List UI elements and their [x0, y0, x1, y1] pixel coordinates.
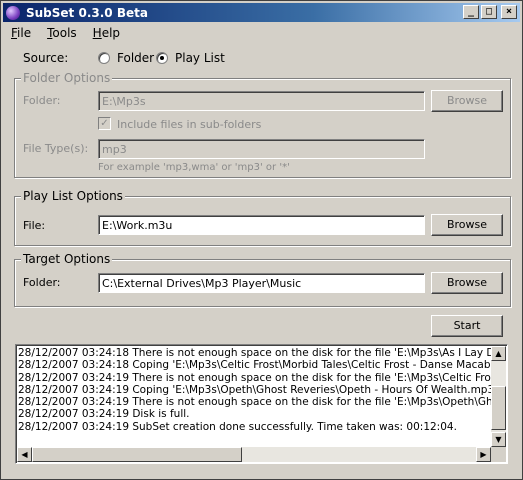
log-line: 28/12/2007 03:24:19 There is not enough … — [18, 371, 491, 384]
playlist-file-field[interactable]: E:\Work.m3u — [98, 215, 425, 235]
app-logo-icon — [6, 5, 20, 20]
vertical-scroll-thumb[interactable] — [491, 386, 506, 430]
include-subfolders-checkbox[interactable]: ✓ — [98, 117, 111, 130]
window-controls: _ □ × — [463, 5, 517, 19]
source-folder-radio[interactable] — [98, 52, 110, 64]
menu-help-label: elp — [101, 26, 121, 40]
menu-bar: File Tools Help — [3, 24, 128, 44]
scrollbar-corner — [491, 447, 506, 462]
folder-options-folder-label: Folder: — [23, 94, 61, 107]
file-types-example: For example 'mp3,wma' or 'mp3' or '*' — [98, 162, 290, 173]
menu-tools-label: ools — [52, 26, 77, 40]
log-lines: 28/12/2007 03:24:18 There is not enough … — [18, 347, 491, 447]
include-subfolders-label: Include files in sub-folders — [117, 118, 262, 131]
menu-tools[interactable]: Tools — [39, 24, 85, 44]
playlist-browse-button[interactable]: Browse — [431, 214, 503, 236]
window-title: SubSet 0.3.0 Beta — [26, 5, 148, 20]
target-browse-button[interactable]: Browse — [431, 272, 503, 294]
target-folder-field[interactable]: C:\External Drives\Mp3 Player\Music — [98, 273, 425, 293]
log-vertical-scrollbar[interactable]: ▲ ▼ — [491, 346, 506, 447]
minimize-button[interactable]: _ — [463, 5, 479, 19]
log-horizontal-scrollbar[interactable]: ◀ ▶ — [17, 447, 491, 462]
source-playlist-radio[interactable] — [156, 52, 168, 64]
app-window: SubSet 0.3.0 Beta _ □ × File Tools Help … — [0, 0, 523, 480]
file-types-field[interactable]: mp3 — [98, 139, 425, 159]
target-options-title: Target Options — [21, 252, 113, 266]
menu-help-accesskey: H — [92, 26, 102, 40]
log-line: 28/12/2007 03:24:19 Disk is full. — [18, 408, 190, 421]
scroll-right-arrow-icon[interactable]: ▶ — [476, 447, 491, 462]
horizontal-scroll-thumb[interactable] — [32, 447, 242, 462]
title-bar[interactable]: SubSet 0.3.0 Beta _ □ × — [3, 3, 520, 22]
menu-file[interactable]: File — [3, 24, 39, 44]
close-button[interactable]: × — [501, 5, 517, 19]
start-button[interactable]: Start — [431, 315, 503, 337]
scroll-left-arrow-icon[interactable]: ◀ — [17, 447, 32, 462]
log-line: 28/12/2007 03:24:18 Coping 'E:\Mp3s\Celt… — [18, 359, 491, 372]
menu-file-label: ile — [17, 26, 32, 40]
scroll-up-arrow-icon[interactable]: ▲ — [491, 346, 506, 361]
menu-help[interactable]: Help — [85, 24, 128, 44]
source-label: Source: — [23, 51, 69, 65]
file-types-label: File Type(s): — [23, 142, 89, 155]
folder-options-title: Folder Options — [21, 71, 113, 85]
source-folder-field[interactable]: E:\Mp3s — [98, 91, 425, 111]
log-line: 28/12/2007 03:24:19 SubSet creation done… — [18, 420, 457, 433]
scroll-down-arrow-icon[interactable]: ▼ — [491, 432, 506, 447]
source-folder-label[interactable]: Folder — [117, 51, 154, 65]
source-playlist-label[interactable]: Play List — [175, 51, 225, 65]
playlist-file-label: File: — [23, 219, 46, 232]
log-line: 28/12/2007 03:24:19 Coping 'E:\Mp3s\Opet… — [18, 383, 491, 396]
log-line: 28/12/2007 03:24:19 There is not enough … — [18, 396, 491, 409]
target-folder-label: Folder: — [23, 276, 61, 289]
folder-browse-button[interactable]: Browse — [431, 90, 503, 112]
log-output[interactable]: 28/12/2007 03:24:18 There is not enough … — [15, 344, 508, 464]
log-line: 28/12/2007 03:24:18 There is not enough … — [18, 347, 491, 359]
maximize-button[interactable]: □ — [481, 5, 497, 19]
playlist-options-title: Play List Options — [21, 189, 125, 203]
